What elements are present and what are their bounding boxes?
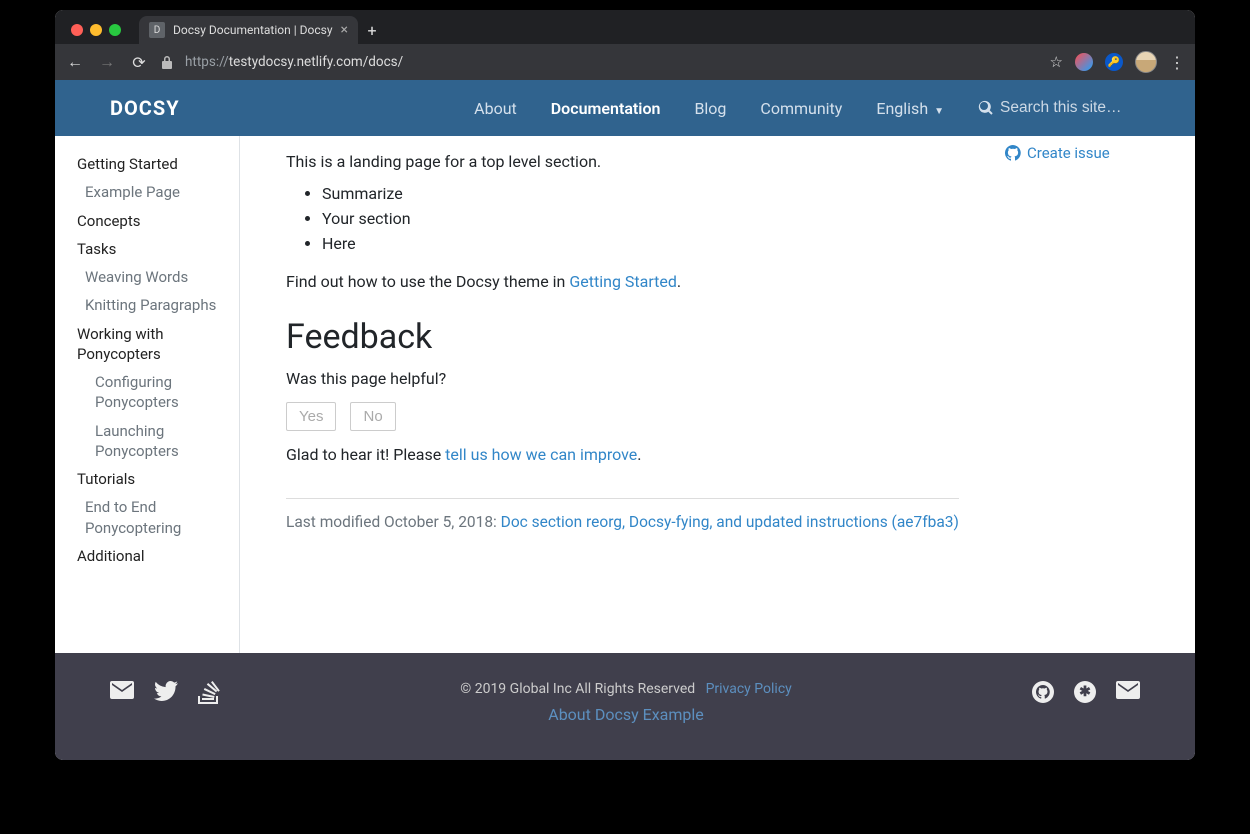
footer-center: © 2019 Global Inc All Rights Reserved Pr…	[220, 681, 1032, 724]
sidebar-item-knitting-paragraphs[interactable]: Knitting Paragraphs	[77, 291, 239, 319]
nav-lang-label: English	[876, 99, 928, 118]
sidebar-item-getting-started[interactable]: Getting Started	[77, 150, 239, 178]
extension-icon-1[interactable]	[1075, 53, 1093, 71]
intro-bullets: Summarize Your section Here	[322, 181, 959, 256]
bullet-item: Here	[322, 231, 959, 256]
feedback-buttons: Yes No	[286, 402, 959, 431]
tab-title: Docsy Documentation | Docsy	[173, 23, 333, 37]
sidebar-item-example-page[interactable]: Example Page	[77, 178, 239, 206]
url-protocol: https://	[185, 54, 229, 70]
intro-text: This is a landing page for a top level s…	[286, 152, 959, 171]
privacy-link[interactable]: Privacy Policy	[706, 681, 792, 697]
browser-toolbar: ← → ⟳ https://testydocsy.netlify.com/doc…	[55, 44, 1195, 80]
close-window-button[interactable]	[71, 24, 83, 36]
page-content: Getting Started Example Page Concepts Ta…	[55, 136, 1195, 653]
nav-links: About Documentation Blog Community Engli…	[474, 99, 1140, 118]
bookmark-icon[interactable]: ☆	[1050, 53, 1063, 71]
feedback-heading: Feedback	[286, 317, 959, 357]
sidebar-item-tasks[interactable]: Tasks	[77, 235, 239, 263]
forward-button[interactable]: →	[97, 52, 117, 72]
search-icon	[978, 100, 994, 116]
feedback-yes-button[interactable]: Yes	[286, 402, 336, 431]
new-tab-button[interactable]: +	[358, 16, 386, 44]
nav-link-blog[interactable]: Blog	[694, 99, 726, 118]
feedback-prompt: Was this page helpful?	[286, 369, 959, 388]
github-icon[interactable]	[1032, 681, 1054, 703]
github-icon	[1005, 145, 1021, 161]
improve-link[interactable]: tell us how we can improve	[445, 445, 637, 464]
feedback-no-button[interactable]: No	[350, 402, 395, 431]
chevron-down-icon: ▼	[934, 106, 944, 117]
sidebar-item-tutorials[interactable]: Tutorials	[77, 465, 239, 493]
search-input[interactable]	[1000, 99, 1140, 117]
nav-link-documentation[interactable]: Documentation	[551, 99, 661, 118]
site-footer: © 2019 Global Inc All Rights Reserved Pr…	[55, 653, 1195, 760]
sidebar-item-concepts[interactable]: Concepts	[77, 207, 239, 235]
tab-favicon: D	[149, 22, 165, 38]
copyright: © 2019 Global Inc All Rights Reserved	[460, 681, 695, 697]
site-search	[978, 99, 1140, 117]
main-content: This is a landing page for a top level s…	[240, 136, 1005, 653]
sidebar-item-configuring-ponycopters[interactable]: Configuring Ponycopters	[77, 368, 239, 417]
twitter-icon[interactable]	[154, 681, 178, 705]
tab-close-icon[interactable]: ×	[341, 22, 348, 38]
feedback-thanks: Glad to hear it! Please tell us how we c…	[286, 445, 959, 464]
left-sidebar: Getting Started Example Page Concepts Ta…	[55, 136, 240, 653]
sidebar-item-end-to-end[interactable]: End to End Ponycoptering	[77, 493, 239, 542]
minimize-window-button[interactable]	[90, 24, 102, 36]
url-path: testydocsy.netlify.com/docs/	[229, 54, 403, 70]
nav-lang-dropdown[interactable]: English ▼	[876, 99, 944, 118]
window-controls	[65, 24, 129, 44]
sidebar-item-launching-ponycopters[interactable]: Launching Ponycopters	[77, 417, 239, 466]
sidebar-item-additional[interactable]: Additional	[77, 542, 239, 570]
site-navbar: DOCSY About Documentation Blog Community…	[55, 80, 1195, 136]
email-icon[interactable]	[110, 681, 134, 705]
sidebar-item-working-ponycopters[interactable]: Working with Ponycopters	[77, 320, 239, 369]
bullet-item: Your section	[322, 206, 959, 231]
lock-icon	[161, 55, 173, 69]
reload-button[interactable]: ⟳	[129, 53, 149, 72]
last-modified: Last modified October 5, 2018: Doc secti…	[286, 513, 959, 531]
browser-window: D Docsy Documentation | Docsy × + ← → ⟳ …	[55, 10, 1195, 760]
footer-social-left	[110, 681, 220, 705]
browser-tab[interactable]: D Docsy Documentation | Docsy ×	[139, 16, 358, 44]
findout-text: Find out how to use the Docsy theme in G…	[286, 272, 959, 291]
stackoverflow-icon[interactable]	[198, 681, 220, 705]
commit-link[interactable]: Doc section reorg, Docsy-fying, and upda…	[501, 513, 959, 531]
right-sidebar: Create issue	[1005, 136, 1195, 653]
create-issue-link[interactable]: Create issue	[1005, 144, 1169, 162]
email-icon[interactable]	[1116, 681, 1140, 703]
extension-icon-2[interactable]: 🔑	[1105, 53, 1123, 71]
bullet-item: Summarize	[322, 181, 959, 206]
slack-icon[interactable]: ✱	[1074, 681, 1096, 703]
nav-link-about[interactable]: About	[474, 99, 517, 118]
browser-tabbar: D Docsy Documentation | Docsy × +	[55, 10, 1195, 44]
site-brand[interactable]: DOCSY	[110, 96, 180, 120]
divider	[286, 498, 959, 499]
profile-avatar[interactable]	[1135, 51, 1157, 73]
about-link[interactable]: About Docsy Example	[220, 705, 1032, 724]
maximize-window-button[interactable]	[109, 24, 121, 36]
browser-menu-icon[interactable]: ⋮	[1169, 53, 1185, 72]
nav-link-community[interactable]: Community	[760, 99, 842, 118]
address-bar[interactable]: https://testydocsy.netlify.com/docs/	[185, 54, 1038, 70]
back-button[interactable]: ←	[65, 52, 85, 72]
footer-social-right: ✱	[1032, 681, 1140, 703]
getting-started-link[interactable]: Getting Started	[569, 272, 677, 291]
create-issue-label: Create issue	[1027, 144, 1110, 162]
sidebar-item-weaving-words[interactable]: Weaving Words	[77, 263, 239, 291]
